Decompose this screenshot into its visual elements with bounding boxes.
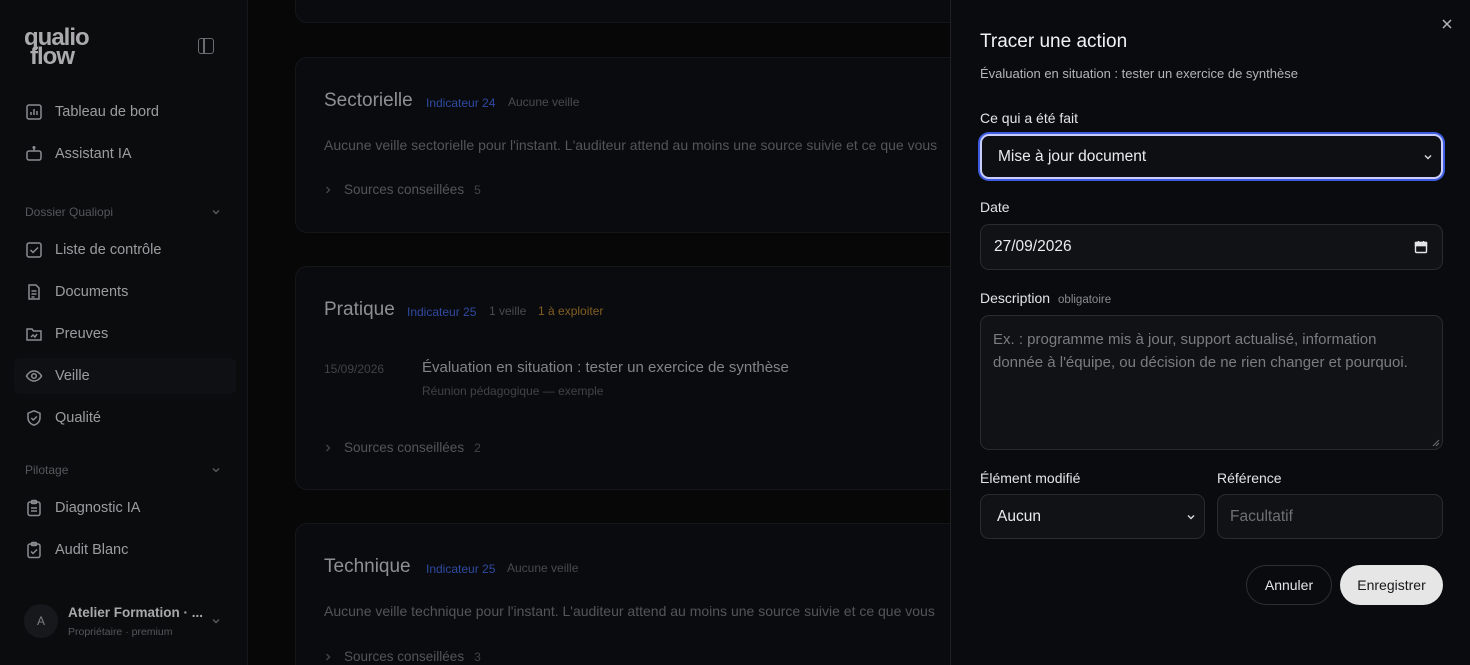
save-button[interactable]: Enregistrer [1340, 565, 1443, 605]
reference-placeholder: Facultatif [1230, 507, 1293, 525]
drawer-subtitle: Évaluation en situation : tester un exer… [980, 66, 1298, 81]
description-placeholder: Ex. : programme mis à jour, support actu… [993, 331, 1408, 371]
element-select[interactable]: Aucun [980, 494, 1205, 539]
action-drawer: Tracer une action Évaluation en situatio… [950, 0, 1470, 665]
date-label: Date [980, 199, 1010, 215]
calendar-icon[interactable] [1414, 240, 1428, 254]
chevron-down-icon [1187, 514, 1195, 520]
done-select-value: Mise à jour document [998, 147, 1147, 165]
description-textarea[interactable]: Ex. : programme mis à jour, support actu… [980, 315, 1443, 450]
done-select[interactable]: Mise à jour document [980, 134, 1443, 179]
description-label-row: Description obligatoire [980, 290, 1111, 306]
drawer-title: Tracer une action [980, 31, 1128, 52]
close-icon[interactable] [1440, 17, 1454, 31]
reference-input[interactable]: Facultatif [1217, 494, 1443, 539]
chevron-down-icon [1424, 154, 1432, 160]
date-value: 27/09/2026 [994, 238, 1072, 255]
description-label: Description [980, 290, 1051, 306]
done-label: Ce qui a été fait [980, 110, 1079, 126]
reference-label: Référence [1217, 470, 1282, 486]
cancel-button[interactable]: Annuler [1246, 565, 1332, 605]
resize-handle-icon[interactable] [1432, 439, 1440, 447]
element-select-value: Aucun [997, 507, 1041, 525]
date-input[interactable]: 27/09/2026 [980, 224, 1443, 270]
app: qualio flow Tableau de bord Assistant IA… [0, 0, 1470, 665]
element-label: Élément modifié [980, 470, 1081, 486]
required-hint: obligatoire [1058, 294, 1112, 306]
